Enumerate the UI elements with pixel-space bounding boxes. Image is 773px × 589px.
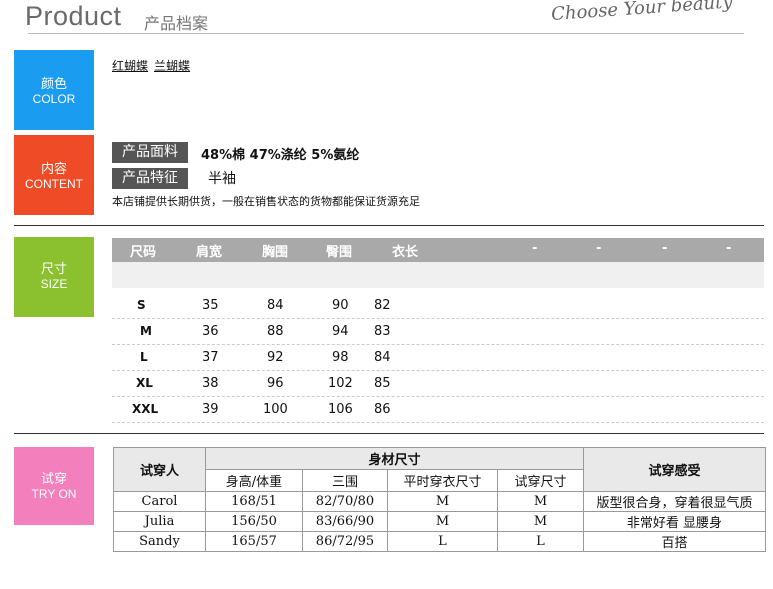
try-header-tried: 试穿尺寸 bbox=[497, 469, 584, 492]
size-cell: L bbox=[140, 350, 148, 364]
size-cell: S bbox=[137, 298, 146, 312]
size-cell: XL bbox=[136, 376, 153, 390]
length-cell: 86 bbox=[374, 402, 391, 417]
content-badge: 内容 CONTENT bbox=[14, 135, 94, 215]
tried-cell: M bbox=[497, 491, 584, 512]
shoulder-cell: 36 bbox=[202, 324, 219, 339]
fabric-label: 产品面料 bbox=[112, 142, 188, 163]
hip-cell: 90 bbox=[332, 298, 349, 313]
content-badge-cn: 内容 bbox=[40, 161, 67, 176]
try-badge-cn: 试穿 bbox=[40, 471, 67, 486]
length-cell: 82 bbox=[374, 298, 391, 313]
fabric-value: 48%棉 47%涤纶 5%氨纶 bbox=[201, 148, 360, 163]
table-row: S 35 84 90 82 bbox=[112, 293, 764, 319]
color-badge-cn: 颜色 bbox=[40, 76, 67, 91]
size-header-cell: 肩宽 bbox=[196, 245, 223, 260]
size-cell: XXL bbox=[132, 402, 159, 416]
three-cell: 86/72/95 bbox=[302, 531, 388, 552]
try-header-person: 试穿人 bbox=[113, 447, 206, 492]
usual-cell: M bbox=[387, 491, 498, 512]
table-row: XXL 39 100 106 86 bbox=[112, 397, 764, 423]
tried-cell: L bbox=[497, 531, 584, 552]
size-cell: M bbox=[140, 324, 152, 338]
header-divider bbox=[28, 33, 744, 34]
try-header-three: 三围 bbox=[302, 469, 388, 492]
color-badge-en: COLOR bbox=[32, 92, 76, 106]
table-row: XL 38 96 102 85 bbox=[112, 371, 764, 397]
try-badge-en: TRY ON bbox=[31, 487, 77, 501]
usual-cell: L bbox=[387, 531, 498, 552]
size-badge-cn: 尺寸 bbox=[40, 261, 67, 276]
table-row: Julia 156/50 83/66/90 M M 非常好看 显腰身 bbox=[113, 511, 766, 532]
chest-cell: 92 bbox=[267, 350, 284, 365]
feature-value: 半袖 bbox=[208, 171, 236, 187]
header-slogan: Choose Your beauty bbox=[550, 0, 734, 25]
hw-cell: 168/51 bbox=[205, 491, 303, 512]
size-header-cell: 衣长 bbox=[392, 245, 419, 260]
hw-cell: 165/57 bbox=[205, 531, 303, 552]
stock-note: 本店铺提供长期供货，一般在销售状态的货物都能保证货源充足 bbox=[112, 195, 420, 208]
feature-label: 产品特征 bbox=[112, 168, 188, 189]
size-badge-en: SIZE bbox=[40, 277, 68, 291]
size-header-cell: 胸围 bbox=[262, 245, 289, 260]
try-header-feel: 试穿感受 bbox=[583, 447, 766, 492]
shoulder-cell: 38 bbox=[202, 376, 219, 391]
size-table-subheader bbox=[112, 262, 764, 288]
feel-cell: 非常好看 显腰身 bbox=[583, 511, 766, 532]
hip-cell: 106 bbox=[328, 402, 353, 417]
three-cell: 82/70/80 bbox=[302, 491, 388, 512]
header-title-cn: 产品档案 bbox=[144, 14, 209, 33]
size-table-header: 尺码 肩宽 胸围 臀围 衣长 - - - - bbox=[112, 238, 764, 262]
shoulder-cell: 39 bbox=[202, 402, 219, 417]
size-header-cell: 尺码 bbox=[130, 245, 157, 260]
name-cell: Sandy bbox=[113, 531, 206, 552]
section-divider bbox=[14, 433, 764, 434]
size-header-cell: 臀围 bbox=[326, 245, 353, 260]
content-badge-en: CONTENT bbox=[25, 177, 83, 191]
try-header-hw: 身高/体重 bbox=[205, 469, 303, 492]
hip-cell: 98 bbox=[332, 350, 349, 365]
tried-cell: M bbox=[497, 511, 584, 532]
table-row: Sandy 165/57 86/72/95 L L 百搭 bbox=[113, 531, 766, 552]
feel-cell: 百搭 bbox=[583, 531, 766, 552]
size-header-cell: - bbox=[532, 241, 538, 256]
size-header-cell: - bbox=[726, 241, 732, 256]
size-badge: 尺寸 SIZE bbox=[14, 237, 94, 317]
header-title-en: Product bbox=[25, 1, 122, 31]
chest-cell: 88 bbox=[267, 324, 284, 339]
length-cell: 85 bbox=[374, 376, 391, 391]
hw-cell: 156/50 bbox=[205, 511, 303, 532]
color-options: 红蝴蝶 兰蝴蝶 bbox=[112, 57, 196, 74]
try-header-usual: 平时穿衣尺寸 bbox=[387, 469, 498, 492]
size-header-cell: - bbox=[662, 241, 668, 256]
color-badge: 颜色 COLOR bbox=[14, 50, 94, 130]
color-option[interactable]: 兰蝴蝶 bbox=[154, 59, 190, 73]
table-row: Carol 168/51 82/70/80 M M 版型很合身，穿着很显气质 bbox=[113, 491, 766, 512]
try-on-table: 试穿人 身材尺寸 试穿感受 身高/体重 三围 平时穿衣尺寸 试穿尺寸 Carol… bbox=[113, 447, 766, 552]
color-option[interactable]: 红蝴蝶 bbox=[112, 59, 148, 73]
chest-cell: 96 bbox=[267, 376, 284, 391]
three-cell: 83/66/90 bbox=[302, 511, 388, 532]
name-cell: Julia bbox=[113, 511, 206, 532]
length-cell: 84 bbox=[374, 350, 391, 365]
chest-cell: 84 bbox=[267, 298, 284, 313]
size-header-cell: - bbox=[596, 241, 602, 256]
name-cell: Carol bbox=[113, 491, 206, 512]
feel-cell: 版型很合身，穿着很显气质 bbox=[583, 491, 766, 512]
table-row: L 37 92 98 84 bbox=[112, 345, 764, 371]
try-header-body: 身材尺寸 bbox=[205, 447, 584, 470]
usual-cell: M bbox=[387, 511, 498, 532]
hip-cell: 94 bbox=[332, 324, 349, 339]
section-divider bbox=[14, 225, 764, 226]
hip-cell: 102 bbox=[328, 376, 353, 391]
table-row: M 36 88 94 83 bbox=[112, 319, 764, 345]
length-cell: 83 bbox=[374, 324, 391, 339]
shoulder-cell: 35 bbox=[202, 298, 219, 313]
shoulder-cell: 37 bbox=[202, 350, 219, 365]
try-badge: 试穿 TRY ON bbox=[14, 447, 94, 525]
chest-cell: 100 bbox=[263, 402, 288, 417]
